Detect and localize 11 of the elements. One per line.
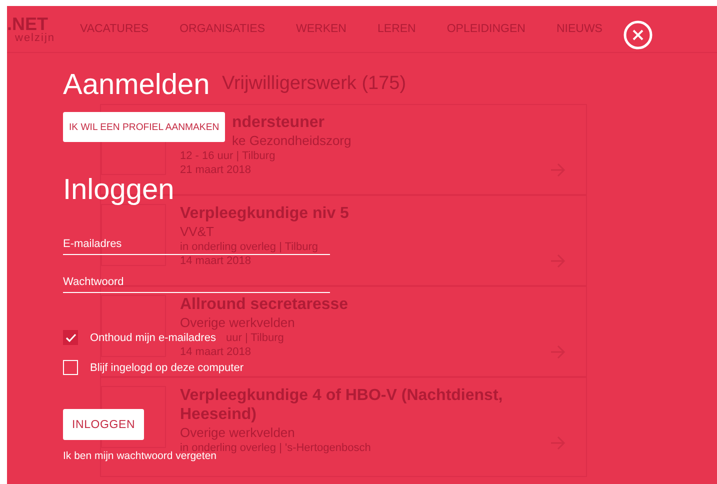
- checkbox-label: Onthoud mijn e-mailadres: [90, 332, 216, 344]
- login-title: Inloggen: [63, 173, 174, 207]
- input-field[interactable]: E-mailadres: [63, 238, 168, 254]
- create-profile-button[interactable]: IK WIL EEN PROFIEL AANMAKEN: [63, 112, 226, 142]
- login-button[interactable]: INLOGGEN: [63, 409, 144, 440]
- input-field[interactable]: Wachtwoord: [63, 276, 168, 292]
- forgot-password-link[interactable]: Ik ben mijn wachtwoord vergeten: [63, 450, 216, 462]
- close-button[interactable]: [623, 20, 653, 50]
- checkbox[interactable]: [63, 330, 78, 345]
- checkbox-label: Blijf ingelogd op deze computer: [90, 362, 244, 374]
- register-title: Aanmelden: [63, 68, 210, 102]
